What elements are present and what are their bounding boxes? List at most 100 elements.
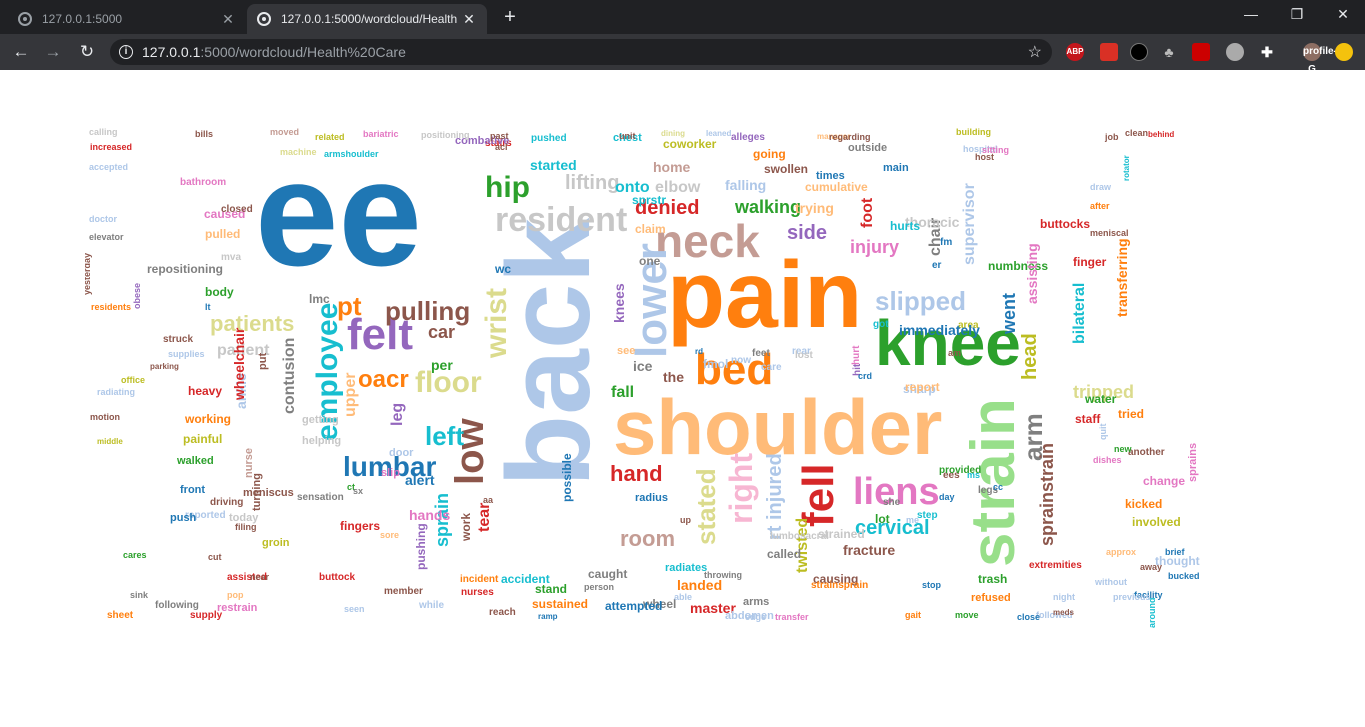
close-icon[interactable]: ✕ [461, 11, 477, 28]
wordcloud-word: radiating [97, 387, 136, 397]
wordcloud-word: hand [610, 461, 663, 486]
wordcloud-word: driving [210, 497, 244, 508]
wordcloud-word: related [315, 132, 345, 142]
wordcloud-word: throwing [704, 570, 742, 580]
wordcloud-word: supervisor [961, 183, 978, 265]
info-icon[interactable]: i [119, 45, 133, 59]
wordcloud-word: per [431, 357, 453, 373]
minimize-icon[interactable]: — [1228, 6, 1274, 22]
wordcloud-word: pop [227, 590, 244, 600]
wordcloud-word: bills [195, 129, 214, 139]
address-bar[interactable]: i 127.0.0.1:5000/wordcloud/Health%20Care… [110, 39, 1052, 65]
extension-icon[interactable] [1100, 43, 1118, 61]
wordcloud-word: motion [90, 412, 120, 422]
wordcloud-word: room [620, 526, 675, 551]
tab-wordcloud[interactable]: 127.0.0.1:5000/wordcloud/Health ✕ [247, 4, 487, 34]
wordcloud-word: now [731, 355, 751, 366]
wordcloud-word: started [530, 157, 577, 173]
wordcloud-word: elevator [89, 232, 124, 242]
address-path: :5000/wordcloud/Health%20Care [200, 44, 406, 60]
wordcloud-word: pulling [385, 296, 471, 326]
wordcloud-word: new [1114, 444, 1132, 454]
wordcloud-word: attempted [605, 599, 663, 613]
plus-extension-icon[interactable]: ✚ [1258, 43, 1276, 61]
wordcloud-word: coworker [663, 137, 717, 151]
wordcloud-word: transferring [1114, 238, 1130, 317]
wordcloud-word: rt injured [764, 453, 786, 540]
wordcloud-word: machine [280, 147, 317, 157]
wordcloud-word: fall [611, 384, 635, 401]
wordcloud-word: the [663, 369, 684, 385]
wordcloud-word: tried [1118, 407, 1145, 421]
wordcloud-word: times [816, 170, 845, 182]
wordcloud-word: immediately [899, 322, 980, 338]
close-icon[interactable]: ✕ [220, 11, 236, 28]
wordcloud-word: increased [90, 142, 133, 152]
wordcloud-word: fm [940, 237, 953, 248]
wordcloud-word: wheelchair [231, 327, 247, 400]
wordcloud-word: contusion [281, 337, 298, 414]
wordcloud-word: upper [342, 372, 359, 417]
wordcloud-word: see [617, 345, 636, 357]
menu-icon[interactable] [1335, 43, 1353, 61]
circle-extension-icon[interactable] [1226, 43, 1244, 61]
wordcloud-word: leg [389, 402, 406, 426]
bookmark-star-icon[interactable]: ☆ [1028, 42, 1042, 62]
mcafee-extension-icon[interactable] [1192, 43, 1210, 61]
wordcloud-word: bilateral [1071, 282, 1088, 344]
wordcloud-word: cut [208, 552, 222, 562]
wordcloud-word: ramp [538, 612, 558, 621]
wordcloud-word: front [180, 484, 206, 496]
wordcloud-word: me [906, 515, 920, 525]
wordcloud-word: meniscal [1090, 228, 1129, 238]
wordcloud-word: job [1105, 132, 1119, 142]
avatar[interactable]: profile-G [1303, 43, 1337, 75]
wordcloud-word: pushed [531, 133, 567, 144]
wordcloud-word: trash [978, 572, 1008, 586]
wordcloud-word: nurses [461, 587, 494, 598]
wordcloud-word: office [121, 375, 146, 385]
wordcloud-word: went [999, 292, 1019, 334]
window-close-icon[interactable]: ✕ [1320, 6, 1365, 23]
wordcloud-word: closed [221, 204, 253, 215]
wordcloud-word: turning [251, 473, 263, 511]
wordcloud-word: step [917, 510, 938, 521]
wordcloud-word: supply [190, 610, 223, 621]
wordcloud-word: alert [405, 472, 435, 488]
wordcloud-word: report [905, 380, 940, 394]
wordcloud-word: lot [875, 512, 890, 526]
wordcloud-word: without [1095, 577, 1127, 587]
wordcloud-word: falling [725, 177, 767, 193]
wordcloud-word: alleges [731, 132, 765, 143]
wordcloud-word: rotator [1122, 155, 1131, 181]
wordcloud-word: lmc [309, 292, 330, 306]
wordcloud-word: extremities [1029, 560, 1082, 571]
forward-arrow-icon[interactable]: → [42, 41, 64, 63]
wordcloud-word: caught [588, 567, 628, 581]
reload-icon[interactable]: ↻ [76, 41, 98, 63]
wordcloud-word: right [723, 452, 759, 524]
back-arrow-icon[interactable]: ← [10, 41, 32, 63]
browser-toolbar: ← → ↻ i 127.0.0.1:5000/wordcloud/Health%… [0, 34, 1365, 75]
wordcloud-word: walked [177, 455, 214, 467]
address-host: 127.0.0.1 [142, 44, 201, 60]
tab-strip: 127.0.0.1:5000 ✕ 127.0.0.1:5000/wordclou… [0, 0, 1365, 34]
new-tab-button[interactable]: + [499, 6, 521, 29]
wordcloud-word: hip [485, 171, 530, 204]
code-extension-icon[interactable] [1130, 43, 1148, 61]
wordcloud-word: pushing [414, 523, 428, 570]
wordcloud-word: sheet [107, 610, 134, 621]
wordcloud-word: seen [344, 604, 365, 614]
wordcloud-word: middle [97, 437, 123, 446]
puzzle-extension-icon[interactable]: ♣ [1160, 43, 1178, 61]
wordcloud-word: dishes [1093, 455, 1122, 465]
wordcloud-word: main [883, 162, 909, 174]
wordcloud-word: possible [560, 453, 574, 502]
adblock-extension-icon[interactable]: ABP [1066, 43, 1084, 61]
restore-icon[interactable]: ❐ [1274, 6, 1320, 23]
wordcloud-word: foot [859, 197, 876, 228]
wordcloud-word: assisting [1024, 243, 1040, 304]
wordcloud-word: bariatric [363, 129, 399, 139]
tab-home[interactable]: 127.0.0.1:5000 ✕ [8, 4, 246, 34]
wordcloud-word: accident [501, 572, 550, 586]
